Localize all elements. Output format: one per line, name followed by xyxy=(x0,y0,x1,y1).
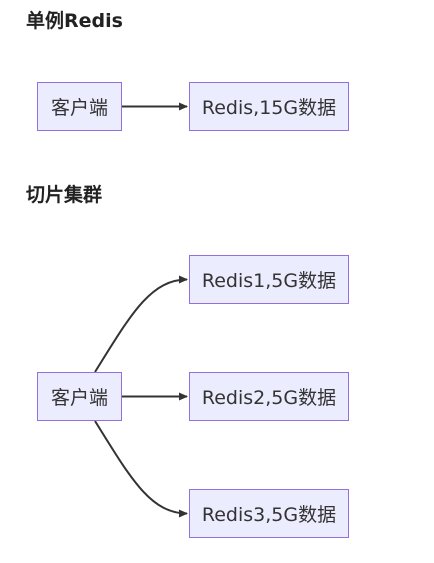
client-node-label: 客户端 xyxy=(50,97,108,119)
redis-shard-3-label: Redis3,5G数据 xyxy=(201,504,337,526)
redis-shard-2-label: Redis2,5G数据 xyxy=(201,387,337,409)
client-node: 客户端 xyxy=(37,82,122,131)
redis-shard-2-node: Redis2,5G数据 xyxy=(189,372,349,421)
redis-shard-1-label: Redis1,5G数据 xyxy=(201,270,337,292)
redis-single-node-label: Redis,15G数据 xyxy=(201,97,337,119)
redis-shard-3-node: Redis3,5G数据 xyxy=(189,489,349,538)
edge-client-to-redis3 xyxy=(94,420,188,518)
cluster-client-node-label: 客户端 xyxy=(50,387,108,409)
cluster-client-node: 客户端 xyxy=(37,372,122,421)
redis-single-node: Redis,15G数据 xyxy=(189,82,349,131)
redis-shard-1-node: Redis1,5G数据 xyxy=(189,255,349,304)
edge-client-to-redis1 xyxy=(94,275,188,373)
